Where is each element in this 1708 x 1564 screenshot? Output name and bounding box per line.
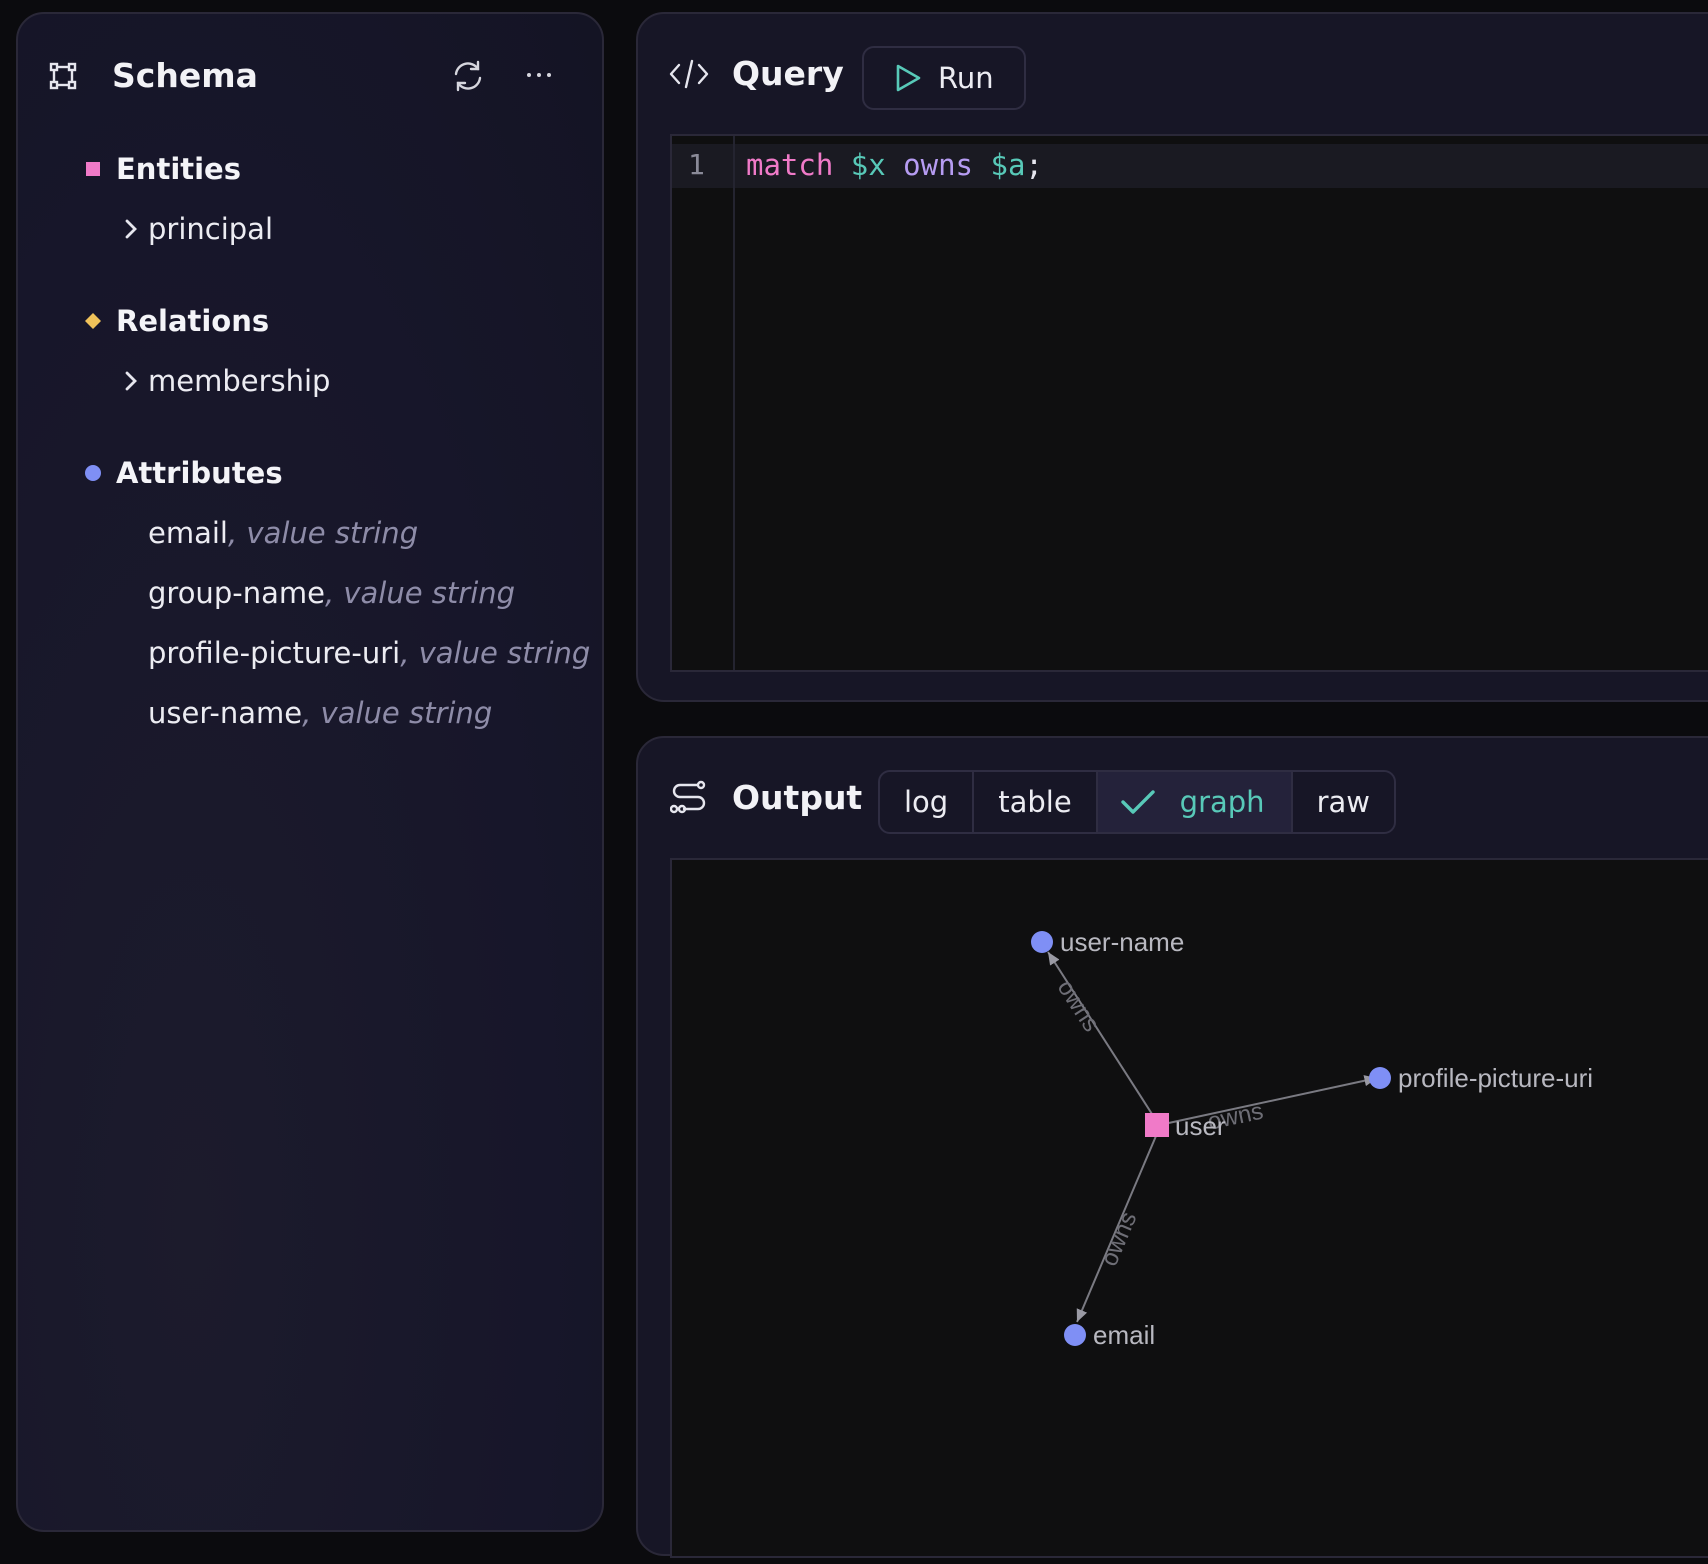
line-gutter: [672, 136, 735, 670]
attribute-item-group-name[interactable]: group-name, value string: [148, 576, 515, 610]
tab-log[interactable]: log: [880, 772, 975, 832]
play-icon: [894, 63, 922, 93]
tab-label: log: [904, 785, 949, 819]
node-label: user: [1175, 1111, 1226, 1141]
refresh-icon[interactable]: [450, 58, 486, 94]
attribute-item-email[interactable]: email, value string: [148, 516, 418, 550]
check-icon: [1120, 787, 1156, 817]
tree-item-label: principal: [148, 212, 274, 246]
section-attributes: Attributes: [80, 456, 283, 490]
graph-node-attribute[interactable]: [1064, 1324, 1086, 1346]
code-keyword: match: [746, 148, 834, 182]
tab-label: raw: [1316, 785, 1370, 819]
attribute-type: , value string: [400, 636, 591, 670]
run-button[interactable]: Run: [862, 46, 1026, 110]
code-variable: $x: [850, 148, 886, 182]
query-panel: Query Run 1 match $x owns $a;: [636, 12, 1708, 702]
entity-bullet-icon: [80, 162, 106, 176]
section-entities: Entities: [80, 152, 241, 186]
tab-table[interactable]: table: [974, 772, 1098, 832]
attribute-name: email: [148, 516, 228, 550]
graph-svg: owns owns owns user user-name profile-pi…: [1031, 927, 1593, 1350]
attribute-type: , value string: [302, 696, 493, 730]
more-options-icon[interactable]: [522, 60, 556, 90]
tab-raw[interactable]: raw: [1293, 772, 1394, 832]
relation-bullet-icon: [80, 312, 106, 330]
attribute-bullet-icon: [80, 464, 106, 482]
tree-item-principal[interactable]: principal: [114, 212, 273, 246]
edge-label: owns: [1096, 1208, 1143, 1270]
tree-item-label: membership: [148, 364, 331, 398]
node-label: user-name: [1060, 927, 1184, 957]
graph-edge: [1047, 951, 1153, 1115]
attribute-type: , value string: [227, 516, 419, 550]
output-view-tabs: log table graph raw: [878, 770, 1396, 834]
attribute-item-profile-picture-uri[interactable]: profile-picture-uri, value string: [148, 636, 590, 670]
query-title: Query: [732, 54, 844, 93]
code-icon: [668, 57, 710, 91]
graph-node-attribute[interactable]: [1031, 931, 1053, 953]
run-label: Run: [938, 61, 994, 95]
query-editor[interactable]: 1 match $x owns $a;: [670, 134, 1708, 672]
section-title: Attributes: [116, 456, 283, 490]
code-variable: $a: [990, 148, 1026, 182]
tab-graph[interactable]: graph: [1097, 772, 1293, 832]
output-route-icon: [668, 780, 710, 816]
node-label: profile-picture-uri: [1398, 1063, 1593, 1093]
code-punctuation: ;: [1025, 148, 1043, 182]
tab-label: graph: [1179, 785, 1265, 819]
attribute-name: profile-picture-uri: [148, 636, 401, 670]
tab-label: table: [998, 785, 1072, 819]
attribute-name: user-name: [148, 696, 303, 730]
attribute-type: , value string: [324, 576, 516, 610]
chevron-right-icon[interactable]: [114, 217, 148, 241]
code-line[interactable]: match $x owns $a;: [746, 148, 1043, 182]
attribute-name: group-name: [148, 576, 325, 610]
code-keyword: owns: [903, 148, 974, 182]
section-relations: Relations: [80, 304, 269, 338]
chevron-right-icon[interactable]: [114, 369, 148, 393]
query-header: Query: [668, 54, 844, 93]
schema-icon: [48, 61, 78, 91]
schema-header: Schema: [48, 56, 258, 95]
graph-node-entity[interactable]: [1145, 1113, 1169, 1137]
graph-node-attribute[interactable]: [1369, 1067, 1391, 1089]
tree-item-membership[interactable]: membership: [114, 364, 330, 398]
graph-canvas[interactable]: owns owns owns user user-name profile-pi…: [670, 858, 1708, 1558]
node-label: email: [1093, 1320, 1155, 1350]
section-title: Relations: [116, 304, 270, 338]
schema-title: Schema: [112, 56, 258, 95]
output-title: Output: [732, 778, 863, 817]
output-header: Output: [668, 778, 862, 817]
attribute-item-user-name[interactable]: user-name, value string: [148, 696, 492, 730]
line-number: 1: [688, 148, 705, 181]
output-panel: Output log table graph raw owns owns own…: [636, 736, 1708, 1558]
section-title: Entities: [116, 152, 241, 186]
schema-sidebar: Schema Entities principal Relations memb…: [16, 12, 604, 1532]
